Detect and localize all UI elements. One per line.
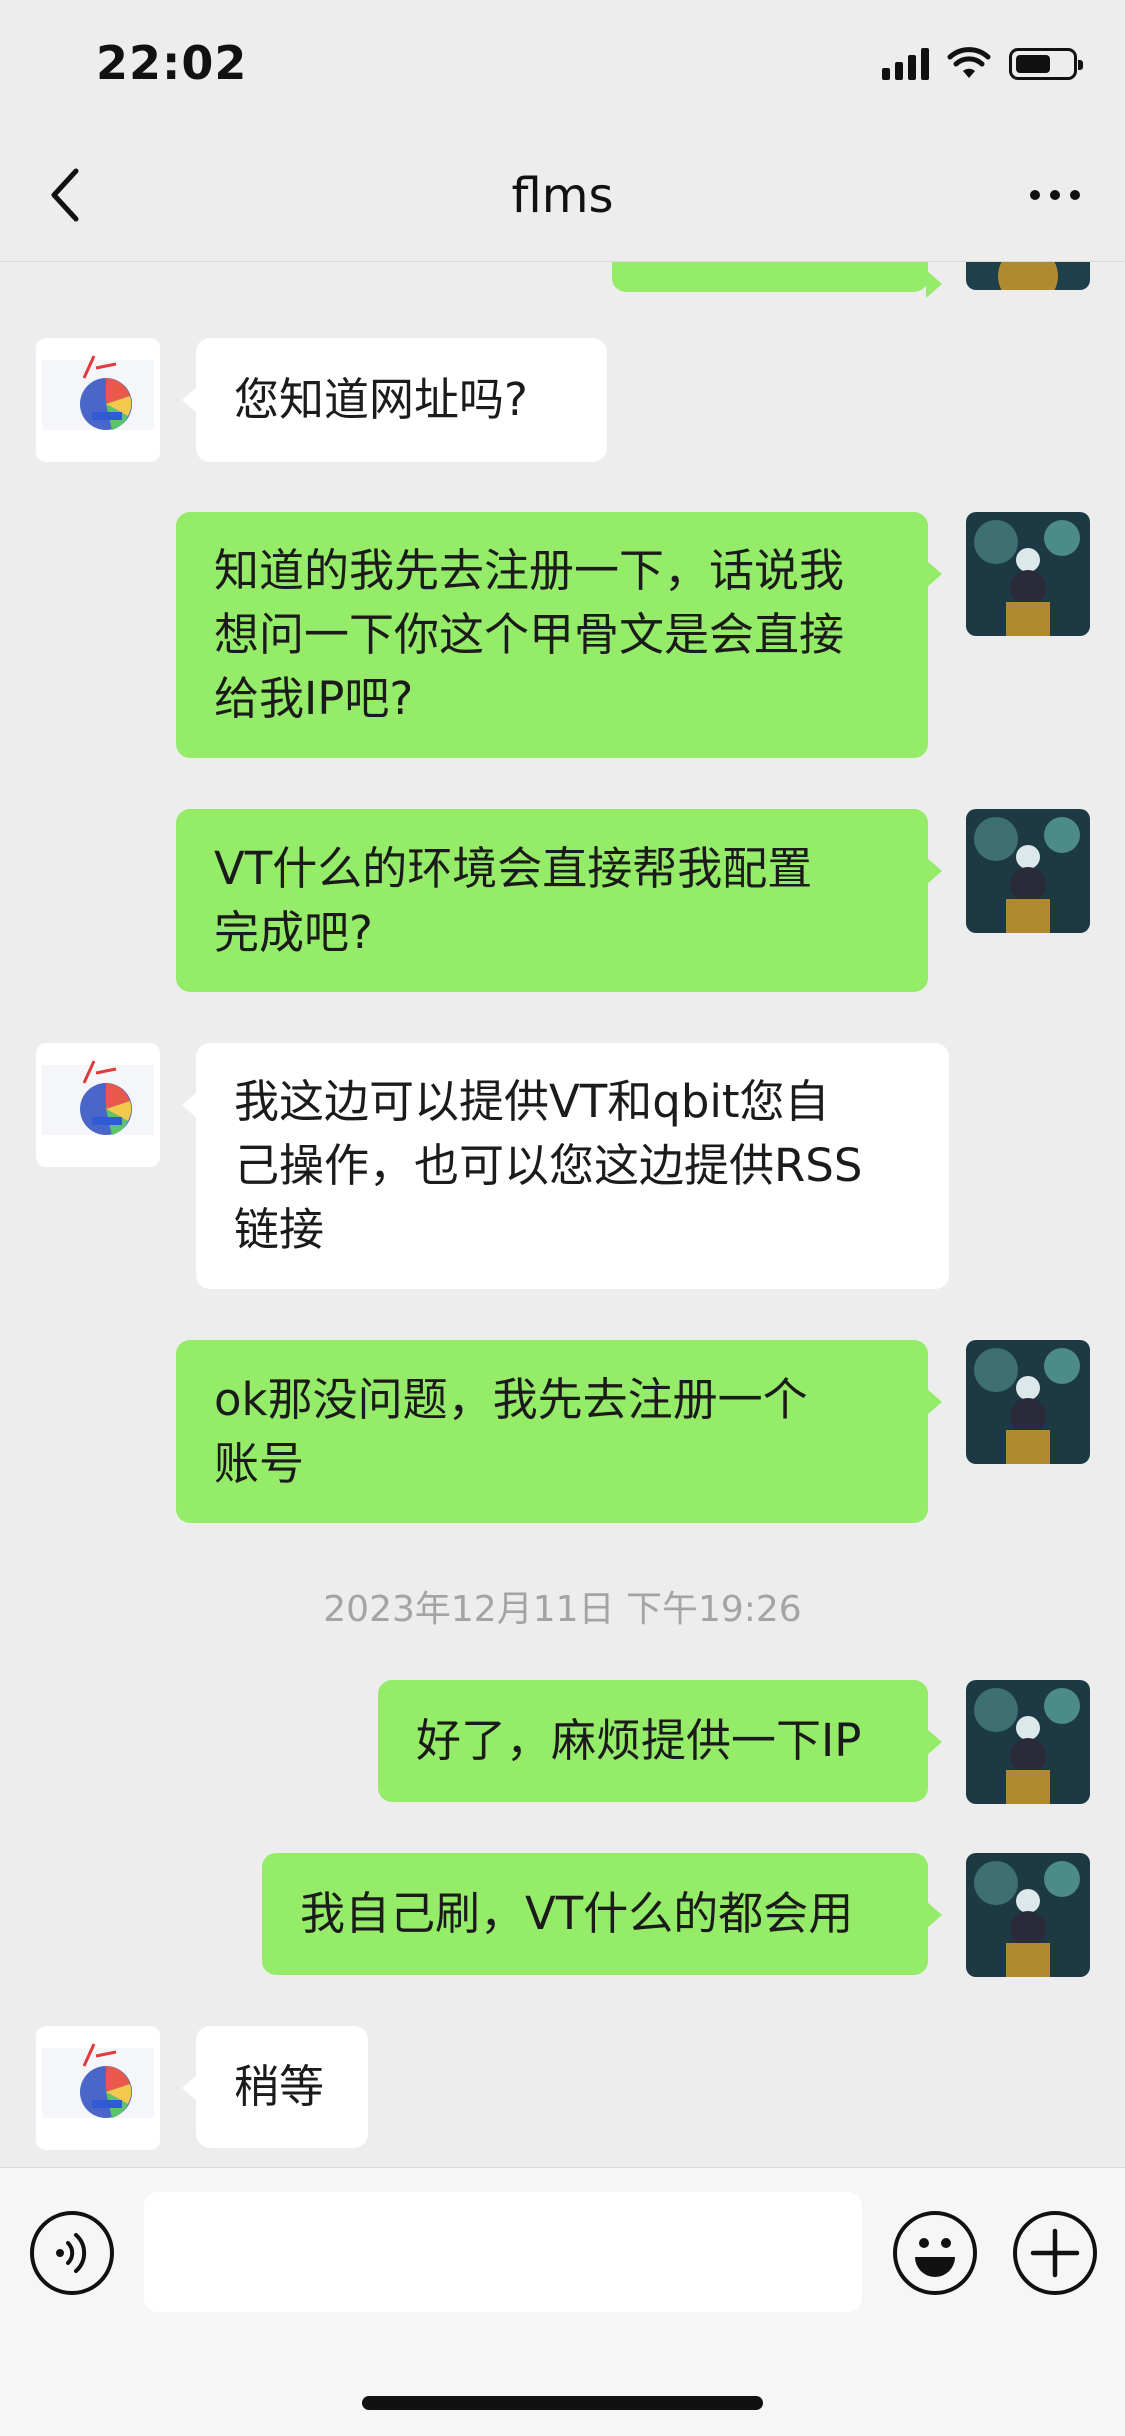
- battery-icon: [1009, 48, 1083, 80]
- chat-title: flms: [511, 168, 614, 224]
- message-list[interactable]: 您知道网址吗? 知道的我先去注册一下，话说我 想问一下你这个甲骨文是会直接 给我…: [0, 262, 1125, 2167]
- status-bar: 22:02: [0, 0, 1125, 132]
- home-indicator[interactable]: [362, 2396, 763, 2410]
- more-dot-icon: [1070, 190, 1080, 200]
- cellular-signal-icon: [882, 48, 929, 80]
- wifi-icon: [947, 47, 991, 78]
- message-bubble-outgoing[interactable]: 知道的我先去注册一下，话说我 想问一下你这个甲骨文是会直接 给我IP吧?: [176, 512, 942, 758]
- message-bubble-incoming[interactable]: 您知道网址吗?: [182, 338, 607, 462]
- chat-screen: 22:02 flms 您知道网址吗? 知道的我先去注册一下，话说我 想问一下你这…: [0, 0, 1125, 2436]
- contact-avatar[interactable]: [36, 338, 160, 462]
- more-dot-icon: [1030, 190, 1040, 200]
- message-text: 好了，麻烦提供一下IP: [416, 1714, 862, 1767]
- message-text: VT什么的环境会直接帮我配置 完成吧?: [214, 841, 813, 959]
- emoji-button[interactable]: [893, 2211, 977, 2295]
- message-input[interactable]: [144, 2192, 862, 2312]
- my-avatar[interactable]: [966, 1853, 1090, 1977]
- status-time: 22:02: [96, 36, 248, 90]
- message-bubble-outgoing[interactable]: 我自己刷，VT什么的都会用: [262, 1853, 942, 1975]
- contact-avatar[interactable]: [36, 2026, 160, 2150]
- smiley-icon: [915, 2238, 955, 2277]
- status-icons: [882, 44, 1083, 84]
- plus-icon: [1030, 2228, 1080, 2278]
- my-avatar[interactable]: [966, 1340, 1090, 1464]
- message-bubble-outgoing[interactable]: ok那没问题，我先去注册一个 账号: [176, 1340, 942, 1523]
- message-text: 稍等: [234, 2060, 325, 2113]
- my-avatar[interactable]: [966, 809, 1090, 933]
- nav-bar: flms: [0, 132, 1125, 262]
- more-dot-icon: [1050, 190, 1060, 200]
- voice-icon: [56, 2233, 87, 2273]
- message-bubble-incoming[interactable]: 我这边可以提供VT和qbit您自 己操作，也可以您这边提供RSS 链接: [182, 1043, 949, 1289]
- more-functions-button[interactable]: [1013, 2211, 1097, 2295]
- message-bubble-incoming[interactable]: 稍等: [182, 2026, 368, 2148]
- voice-input-button[interactable]: [30, 2211, 114, 2295]
- my-avatar[interactable]: [966, 262, 1090, 290]
- message-bubble-outgoing[interactable]: VT什么的环境会直接帮我配置 完成吧?: [176, 809, 942, 992]
- message-text: 我自己刷，VT什么的都会用: [300, 1887, 854, 1940]
- message-text: ok那没问题，我先去注册一个 账号: [214, 1372, 808, 1490]
- message-bubble-partial: [612, 262, 942, 298]
- my-avatar[interactable]: [966, 1680, 1090, 1804]
- message-text: 我这边可以提供VT和qbit您自 己操作，也可以您这边提供RSS 链接: [234, 1075, 863, 1256]
- timestamp: 2023年12月11日 下午19:26: [323, 1589, 802, 1630]
- my-avatar[interactable]: [966, 512, 1090, 636]
- contact-avatar[interactable]: [36, 1043, 160, 1167]
- message-text: 您知道网址吗?: [234, 373, 528, 426]
- more-options-button[interactable]: [1015, 160, 1095, 230]
- message-bubble-outgoing[interactable]: 好了，麻烦提供一下IP: [378, 1680, 942, 1802]
- message-text: 知道的我先去注册一下，话说我 想问一下你这个甲骨文是会直接 给我IP吧?: [214, 544, 845, 725]
